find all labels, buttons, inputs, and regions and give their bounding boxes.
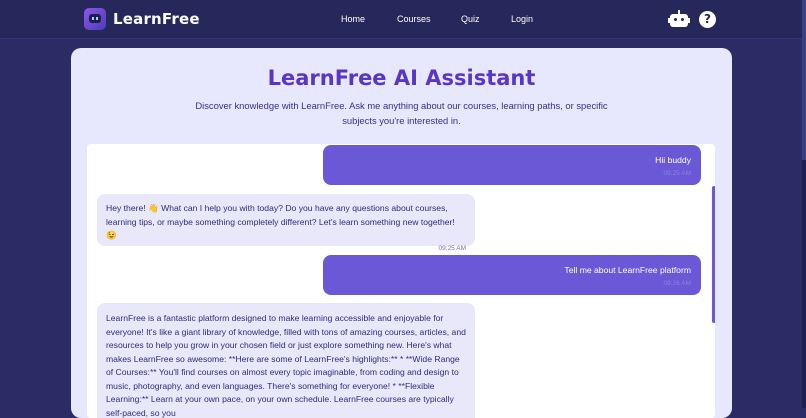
page-scrollbar-thumb[interactable] bbox=[802, 0, 806, 160]
robot-logo-icon bbox=[84, 8, 106, 30]
chat-scrollbar[interactable] bbox=[712, 186, 715, 323]
message-text: LearnFree is a fantastic platform design… bbox=[106, 313, 466, 418]
robot-icon[interactable] bbox=[668, 10, 690, 28]
user-message: Tell me about LearnFree platform 09:26 A… bbox=[323, 255, 701, 295]
brand-name: LearnFree bbox=[113, 10, 200, 28]
nav-link-home[interactable]: Home bbox=[341, 14, 365, 24]
top-navbar: LearnFree Home Courses Quiz Login ? bbox=[0, 0, 806, 39]
message-time: 09:26 AM bbox=[663, 279, 691, 287]
message-time: 09:25 AM bbox=[438, 244, 466, 252]
help-icon[interactable]: ? bbox=[699, 11, 716, 28]
page-scrollbar[interactable] bbox=[802, 0, 806, 408]
nav-link-courses[interactable]: Courses bbox=[397, 14, 431, 24]
message-text: Hey there! 👋 What can I help you with to… bbox=[106, 203, 455, 240]
nav-link-quiz[interactable]: Quiz bbox=[461, 14, 480, 24]
assistant-card: LearnFree AI Assistant Discover knowledg… bbox=[71, 48, 732, 418]
chat-window[interactable]: Hii buddy 09:25 AM Hey there! 👋 What can… bbox=[87, 144, 715, 418]
user-message: Hii buddy 09:25 AM bbox=[323, 145, 701, 185]
message-text: Tell me about LearnFree platform bbox=[564, 265, 691, 275]
page-subtitle: Discover knowledge with LearnFree. Ask m… bbox=[195, 100, 608, 126]
page-title: LearnFree AI Assistant bbox=[267, 66, 536, 90]
message-text: Hii buddy bbox=[655, 155, 691, 165]
nav-link-login[interactable]: Login bbox=[511, 14, 533, 24]
message-time: 09:25 AM bbox=[663, 169, 691, 177]
brand[interactable]: LearnFree bbox=[84, 8, 200, 30]
bot-message: LearnFree is a fantastic platform design… bbox=[97, 303, 475, 418]
bot-message: Hey there! 👋 What can I help you with to… bbox=[97, 194, 475, 252]
